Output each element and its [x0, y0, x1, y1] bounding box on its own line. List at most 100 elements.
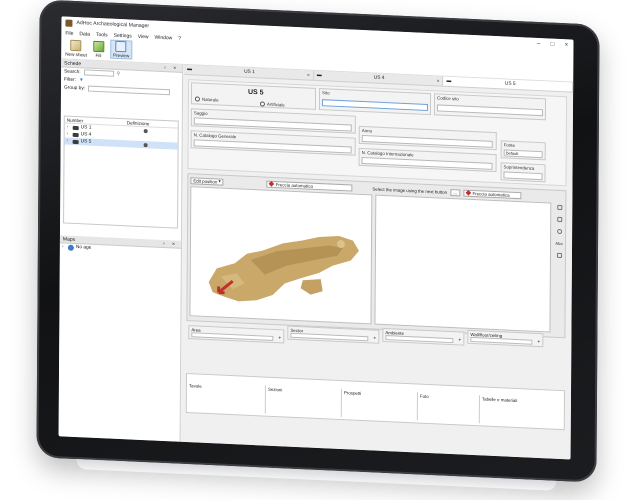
- red-arrow-icon: [465, 190, 472, 196]
- document-area: ▬ US 1 × ▬ US 4 × ▬ US 5 US 5 Naturale A…: [181, 64, 574, 460]
- add-ambiente-icon[interactable]: +: [458, 337, 461, 343]
- app-screen: AdHoc Archaeological Manager – □ × File …: [58, 16, 574, 460]
- app-icon: [65, 19, 73, 27]
- minimize-button[interactable]: –: [531, 38, 545, 51]
- sector-box: Sector +: [287, 325, 380, 344]
- sito-label: Sito: [322, 90, 330, 96]
- panel-controls[interactable]: ▫ ×: [164, 65, 179, 72]
- status-dot-icon: [143, 142, 148, 147]
- groupby-select[interactable]: [88, 85, 171, 96]
- soprintendenza-label: Soprintendenza: [503, 164, 535, 171]
- codice-sito-input[interactable]: [436, 104, 543, 117]
- groupby-label: Group by:: [63, 84, 86, 91]
- schede-list: Number Definizione › US 1 › US 4 › US 5: [63, 115, 179, 229]
- select-image-hint: Select the image using the next button: [372, 185, 448, 195]
- add-sector-icon[interactable]: +: [373, 336, 376, 342]
- soprintendenza-box: Soprintendenza: [500, 162, 546, 183]
- naturale-label: Naturale: [201, 96, 219, 103]
- filter-label: Filter:: [64, 76, 77, 83]
- edit-position-label: Edit position: [193, 177, 218, 184]
- fill-button[interactable]: Fill: [92, 40, 105, 58]
- artifact-image-pane[interactable]: [189, 186, 373, 325]
- anno-input[interactable]: [361, 134, 493, 148]
- prospetti-cell[interactable]: Prospetti: [340, 389, 417, 421]
- codice-sito-box: Codice sito: [433, 93, 547, 121]
- soprintendenza-select[interactable]: [503, 171, 543, 181]
- wall-select[interactable]: [470, 336, 533, 345]
- search-icon[interactable]: ⚲: [117, 71, 121, 76]
- saggio-box: Saggio: [190, 108, 356, 134]
- close-tab-icon[interactable]: ×: [437, 78, 440, 84]
- area-box: Area +: [188, 325, 285, 344]
- preview-label: Preview: [112, 52, 130, 59]
- tavole-label: Tavole: [188, 383, 202, 389]
- text-tool-icon[interactable]: Abc: [555, 241, 563, 246]
- maximize-button[interactable]: □: [545, 38, 559, 51]
- filter-icon[interactable]: ▼: [79, 78, 84, 83]
- window-title: AdHoc Archaeological Manager: [76, 20, 150, 30]
- ambiente-select[interactable]: [385, 335, 454, 344]
- freccia-label: Freccia automatica: [275, 181, 313, 189]
- menu-settings[interactable]: Settings: [114, 32, 132, 39]
- panel-controls[interactable]: ▫ ×: [163, 240, 178, 247]
- sito-input[interactable]: [321, 99, 428, 111]
- tabelle-label: Tabelle e materiali: [481, 396, 518, 404]
- fonte-label: Fonte: [503, 142, 515, 148]
- menu-help[interactable]: ?: [178, 35, 181, 41]
- browse-button[interactable]: …: [450, 188, 461, 196]
- side-tool-strip: Abc: [555, 204, 563, 259]
- settings-icon[interactable]: [556, 252, 562, 259]
- foto-cell[interactable]: Foto: [416, 392, 479, 424]
- artifact-image: [208, 235, 359, 302]
- sector-select[interactable]: [290, 332, 369, 342]
- catalogo-internazionale-box: N. Catalogo Internazionale: [358, 147, 497, 173]
- list-item-label: US 4: [80, 132, 92, 138]
- menu-window[interactable]: Window: [154, 34, 172, 41]
- saggio-input[interactable]: [193, 117, 352, 132]
- trash-icon[interactable]: [556, 204, 562, 211]
- fonte-select[interactable]: Default: [503, 149, 543, 159]
- close-tab-icon[interactable]: ×: [307, 72, 310, 78]
- catalogo-generale-input[interactable]: [193, 139, 352, 154]
- list-item-label: US 1: [80, 125, 92, 131]
- folder-icon: [72, 139, 79, 144]
- menu-view[interactable]: View: [138, 33, 149, 39]
- new-sheet-label: New sheet: [65, 51, 87, 58]
- us-title: US 5: [247, 88, 264, 97]
- add-area-icon[interactable]: +: [278, 335, 281, 341]
- freccia-label-2: Freccia automatica: [472, 190, 510, 198]
- add-wall-icon[interactable]: +: [537, 339, 540, 345]
- secondary-image-pane[interactable]: [374, 194, 552, 333]
- status-dot-icon: [143, 128, 148, 133]
- new-sheet-button[interactable]: New sheet: [65, 39, 87, 58]
- preview-button[interactable]: Preview: [109, 39, 133, 60]
- artificiale-radio[interactable]: Artificiale: [259, 101, 285, 107]
- tab-label: US 1: [244, 69, 255, 76]
- edit-position-button[interactable]: Edit position ▾: [190, 176, 224, 186]
- menu-file[interactable]: File: [65, 30, 73, 36]
- schede-title: Schede: [64, 59, 82, 67]
- anno-box: Anno: [358, 125, 497, 151]
- maps-item-label: No age: [75, 245, 92, 251]
- menu-tools[interactable]: Tools: [96, 31, 108, 38]
- folder-open-icon[interactable]: [556, 216, 562, 223]
- close-button[interactable]: ×: [559, 39, 573, 52]
- catalogo-internazionale-input[interactable]: [361, 156, 493, 170]
- naturale-radio[interactable]: Naturale: [194, 96, 219, 103]
- anno-label: Anno: [361, 127, 373, 134]
- tabelle-cell[interactable]: Tabelle e materiali: [478, 395, 543, 427]
- maps-title: Maps: [62, 235, 76, 243]
- sito-box: Sito: [318, 88, 432, 116]
- red-arrow-icon: [268, 181, 275, 187]
- circle-icon[interactable]: [556, 228, 562, 235]
- menu-data[interactable]: Data: [79, 31, 90, 37]
- area-select[interactable]: [191, 332, 274, 341]
- us-form: US 5 Naturale Artificiale Sito Codice si…: [187, 79, 568, 187]
- freccia-select-2[interactable]: Freccia automatica: [463, 189, 522, 199]
- tavole-cell[interactable]: Tavole: [187, 382, 265, 414]
- sezioni-cell[interactable]: Sezioni: [264, 385, 341, 418]
- wall-box: Wall/floor/ceiling +: [467, 329, 544, 348]
- folder-icon: [72, 132, 79, 137]
- fonte-box: Fonte Default: [500, 140, 546, 161]
- catalogo-generale-box: N. Catalogo Generale: [190, 130, 356, 156]
